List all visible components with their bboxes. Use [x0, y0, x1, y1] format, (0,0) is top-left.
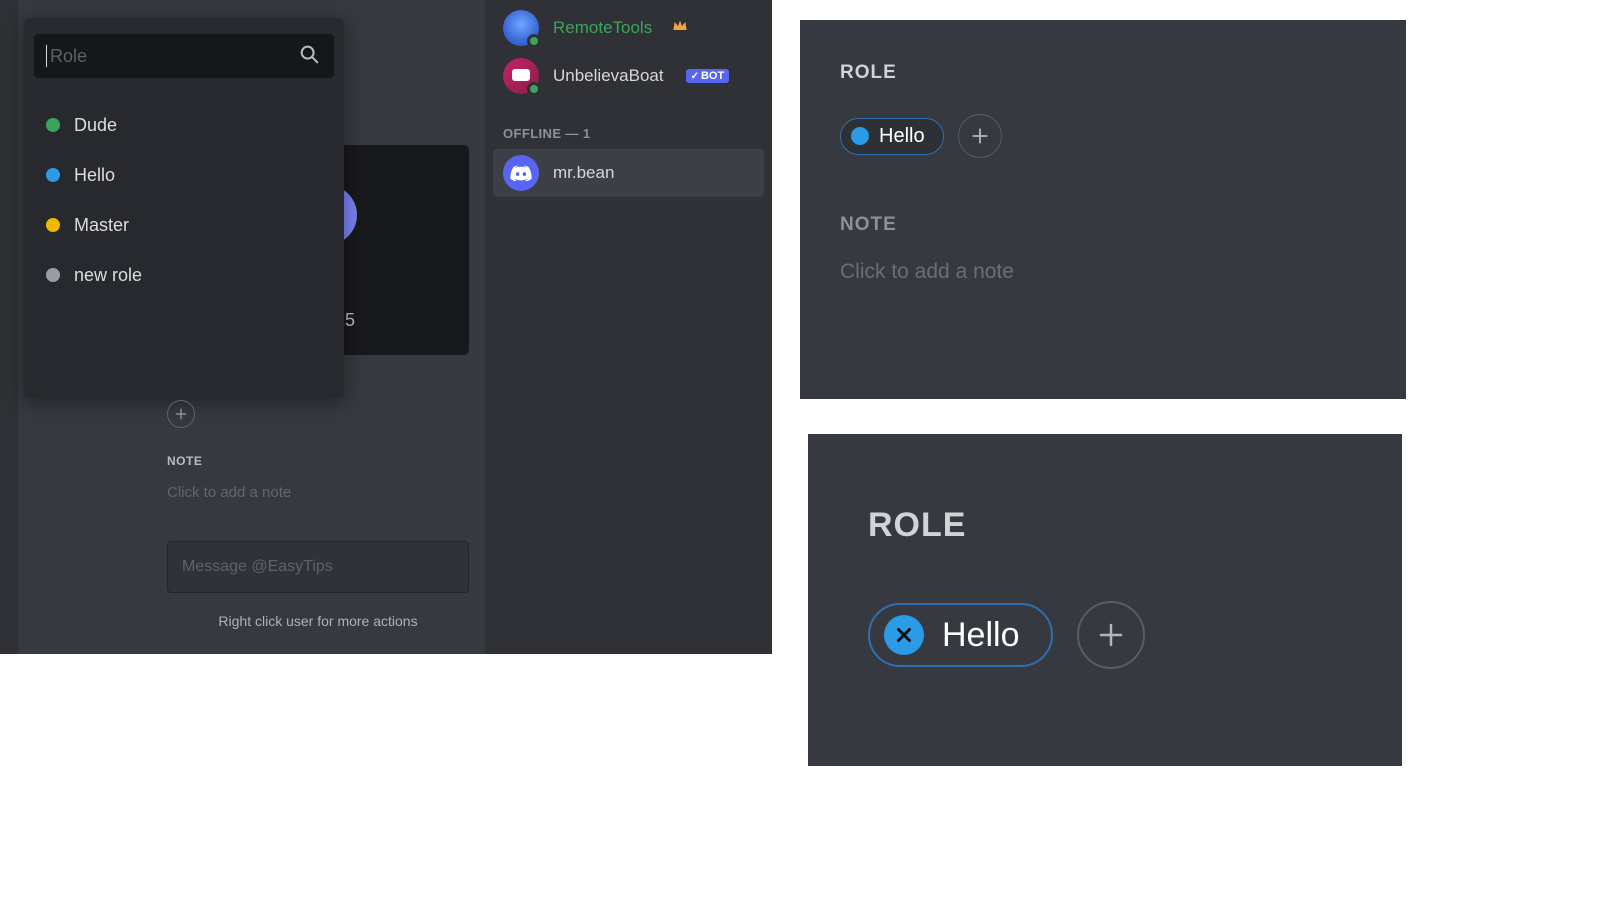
- role-chip-hello[interactable]: Hello: [868, 603, 1053, 667]
- owner-crown-icon: [672, 19, 688, 37]
- presence-indicator: [527, 34, 541, 48]
- search-icon: [298, 43, 320, 70]
- avatar: [503, 155, 539, 191]
- text-cursor: [46, 45, 47, 67]
- role-picker-popover: Role Dude Hello Master new role: [24, 18, 344, 398]
- add-role-button[interactable]: [1077, 601, 1145, 669]
- role-chip-label: Hello: [942, 616, 1019, 655]
- discord-logo-icon: [510, 165, 532, 181]
- note-heading: NOTE: [840, 214, 1366, 236]
- role-search-input[interactable]: Role: [34, 34, 334, 78]
- member-name: RemoteTools: [553, 18, 652, 38]
- note-heading: NOTE: [167, 454, 469, 468]
- verified-check-icon: ✓: [691, 71, 699, 82]
- role-option-label: Hello: [74, 165, 115, 186]
- role-option-dude[interactable]: Dude: [40, 100, 328, 150]
- role-crop-panel-2: ROLE Hello: [808, 434, 1402, 766]
- discord-main-panel: 425 Role Dude Hello Master: [0, 0, 772, 654]
- dm-message-input[interactable]: Message @EasyTips: [167, 541, 469, 593]
- offline-heading: OFFLINE — 1: [503, 126, 772, 141]
- member-name: UnbelievaBoat: [553, 66, 664, 86]
- role-option-hello[interactable]: Hello: [40, 150, 328, 200]
- role-color-dot: [46, 168, 60, 182]
- role-crop-panel-1: ROLE Hello NOTE Click to add a note: [800, 20, 1406, 399]
- role-option-label: new role: [74, 265, 142, 286]
- note-input[interactable]: Click to add a note: [167, 484, 469, 501]
- role-color-dot: [851, 127, 869, 145]
- server-rail: [0, 0, 18, 654]
- role-option-label: Dude: [74, 115, 117, 136]
- role-option-master[interactable]: Master: [40, 200, 328, 250]
- members-sidebar: RemoteTools UnbelievaBoat ✓BOT OFFLINE —…: [485, 0, 772, 654]
- member-row-unbelievaboat[interactable]: UnbelievaBoat ✓BOT: [493, 52, 764, 100]
- role-option-label: Master: [74, 215, 129, 236]
- member-name: mr.bean: [553, 163, 614, 183]
- presence-indicator: [527, 82, 541, 96]
- role-heading: ROLE: [868, 506, 1342, 545]
- role-list: Dude Hello Master new role: [34, 100, 334, 300]
- role-color-dot: [46, 118, 60, 132]
- add-role-button[interactable]: [958, 114, 1002, 158]
- role-chip-hello[interactable]: Hello: [840, 118, 944, 155]
- bot-badge: ✓BOT: [686, 69, 730, 83]
- profile-lower-section: NOTE Click to add a note Message @EasyTi…: [167, 400, 469, 629]
- note-input[interactable]: Click to add a note: [840, 260, 1366, 284]
- avatar: [503, 58, 539, 94]
- role-option-new-role[interactable]: new role: [40, 250, 328, 300]
- role-color-dot: [46, 218, 60, 232]
- role-heading: ROLE: [840, 62, 1366, 84]
- role-color-dot: [46, 268, 60, 282]
- message-placeholder: Message @EasyTips: [182, 558, 333, 576]
- remove-role-icon[interactable]: [884, 615, 924, 655]
- add-role-button[interactable]: [167, 400, 195, 428]
- bot-badge-text: BOT: [701, 70, 724, 82]
- role-chip-row: Hello: [840, 114, 1366, 158]
- avatar: [503, 10, 539, 46]
- profile-footer-hint: Right click user for more actions: [167, 613, 469, 629]
- role-chip-row: Hello: [868, 601, 1342, 669]
- role-chip-label: Hello: [879, 125, 925, 148]
- member-row-mrbean[interactable]: mr.bean: [493, 149, 764, 197]
- role-search-placeholder: Role: [48, 46, 298, 67]
- member-row-remotetools[interactable]: RemoteTools: [493, 4, 764, 52]
